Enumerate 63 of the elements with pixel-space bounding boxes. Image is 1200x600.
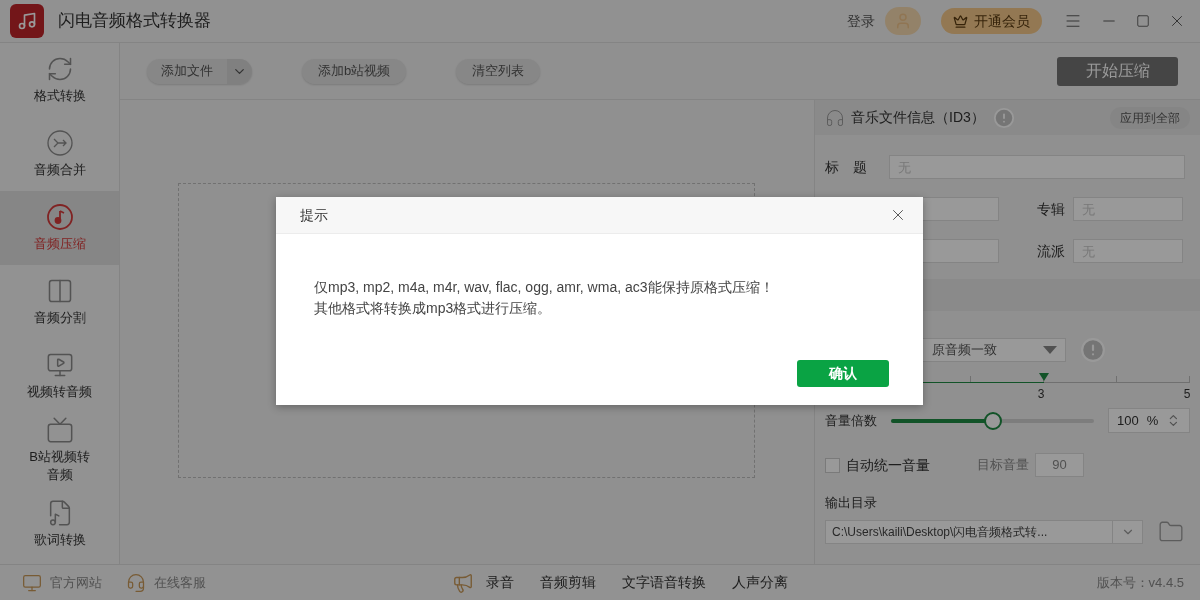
checkbox-label: 自动统一音量 <box>846 455 930 475</box>
start-compress-button[interactable]: 开始压缩 <box>1057 56 1178 86</box>
crown-icon <box>953 13 968 29</box>
dialog-title: 提示 <box>300 205 328 225</box>
tool-link[interactable]: 文字语音转换 <box>622 572 706 593</box>
sidebar-item[interactable]: 音频分割 <box>0 265 119 339</box>
app-logo-icon <box>10 4 44 38</box>
dialog-message: 其他格式将转换成mp3格式进行压缩。 <box>314 299 553 318</box>
tool-link[interactable]: 音频剪辑 <box>540 572 596 593</box>
field-label: 标 题 <box>825 157 868 177</box>
merge-arrows-icon <box>45 129 74 157</box>
sidebar-label: 音频分割 <box>32 309 87 327</box>
field-label: 专辑 <box>1037 199 1065 219</box>
sidebar-item[interactable]: 歌词转换 <box>0 487 119 561</box>
music-note-icon <box>45 203 74 231</box>
sidebar-item[interactable]: B站视频转音频 <box>0 413 119 487</box>
dialog-message: 仅mp3, mp2, m4a, m4r, wav, flac, ogg, amr, wma, ac3能保持原格式压缩！ <box>314 278 775 297</box>
sidebar-item[interactable]: 格式转换 <box>0 43 119 117</box>
menu-icon[interactable] <box>1064 12 1082 30</box>
volume-slider-track[interactable] <box>891 411 1094 430</box>
sidebar-label: 音频合并 <box>32 161 87 179</box>
sidebar-label: B站视频转音频 <box>28 448 91 484</box>
info-icon[interactable] <box>1080 337 1106 363</box>
tool-link[interactable]: 录音 <box>486 572 514 593</box>
login-link[interactable]: 登录 <box>847 10 875 32</box>
maximize-icon[interactable] <box>1136 14 1150 28</box>
target-volume-field[interactable]: 90 <box>1035 453 1084 477</box>
tv-icon <box>45 416 74 444</box>
tool-link[interactable]: 人声分离 <box>732 572 788 593</box>
sidebar-item[interactable]: 音频压缩 <box>0 191 119 265</box>
volume-spinbox[interactable]: 100 % <box>1108 408 1190 433</box>
sidebar-item[interactable]: 视频转音频 <box>0 339 119 413</box>
id3-title: 音乐文件信息（ID3） <box>851 108 985 127</box>
monitor-icon <box>22 572 42 593</box>
scale-label: 5 <box>1183 386 1191 403</box>
info-icon[interactable] <box>992 106 1015 129</box>
add-file-button[interactable]: 添加文件 <box>147 58 252 84</box>
megaphone-icon <box>452 571 474 594</box>
sidebar-label: 视频转音频 <box>26 383 93 401</box>
headphones-icon <box>825 107 845 128</box>
vip-button[interactable]: 开通会员 <box>941 8 1042 34</box>
toolbar-button[interactable]: 添加b站视频 <box>302 58 407 84</box>
headset-icon <box>126 572 146 593</box>
scale-marker-icon[interactable] <box>1039 373 1049 381</box>
output-label: 输出目录 <box>825 494 878 512</box>
window-title: 闪电音频格式转换器 <box>58 10 211 33</box>
sidebar-item[interactable]: 音频合并 <box>0 117 119 191</box>
output-path-select[interactable]: C:\Users\kaili\Desktop\闪电音频格式转... <box>825 519 1143 544</box>
auto-volume-checkbox[interactable] <box>825 457 840 473</box>
scale-label: 3 <box>1037 386 1045 403</box>
confirm-button[interactable]: 确认 <box>797 360 889 387</box>
apply-all-button[interactable]: 应用到全部 <box>1110 106 1190 129</box>
sidebar-label: 格式转换 <box>32 87 87 105</box>
sidebar-label: 音频压缩 <box>32 235 87 253</box>
volume-label: 音量倍数 <box>825 411 877 430</box>
video-play-icon <box>45 351 74 379</box>
toolbar-button[interactable]: 清空列表 <box>456 58 541 84</box>
version-text: 版本号：v4.4.5 <box>1096 573 1184 592</box>
field-label: 流派 <box>1037 241 1065 261</box>
target-volume-label: 目标音量 <box>977 456 1029 475</box>
dropdown-triangle-icon <box>1043 346 1057 354</box>
sidebar-label: 歌词转换 <box>32 531 87 549</box>
slider-thumb[interactable] <box>983 411 1002 430</box>
